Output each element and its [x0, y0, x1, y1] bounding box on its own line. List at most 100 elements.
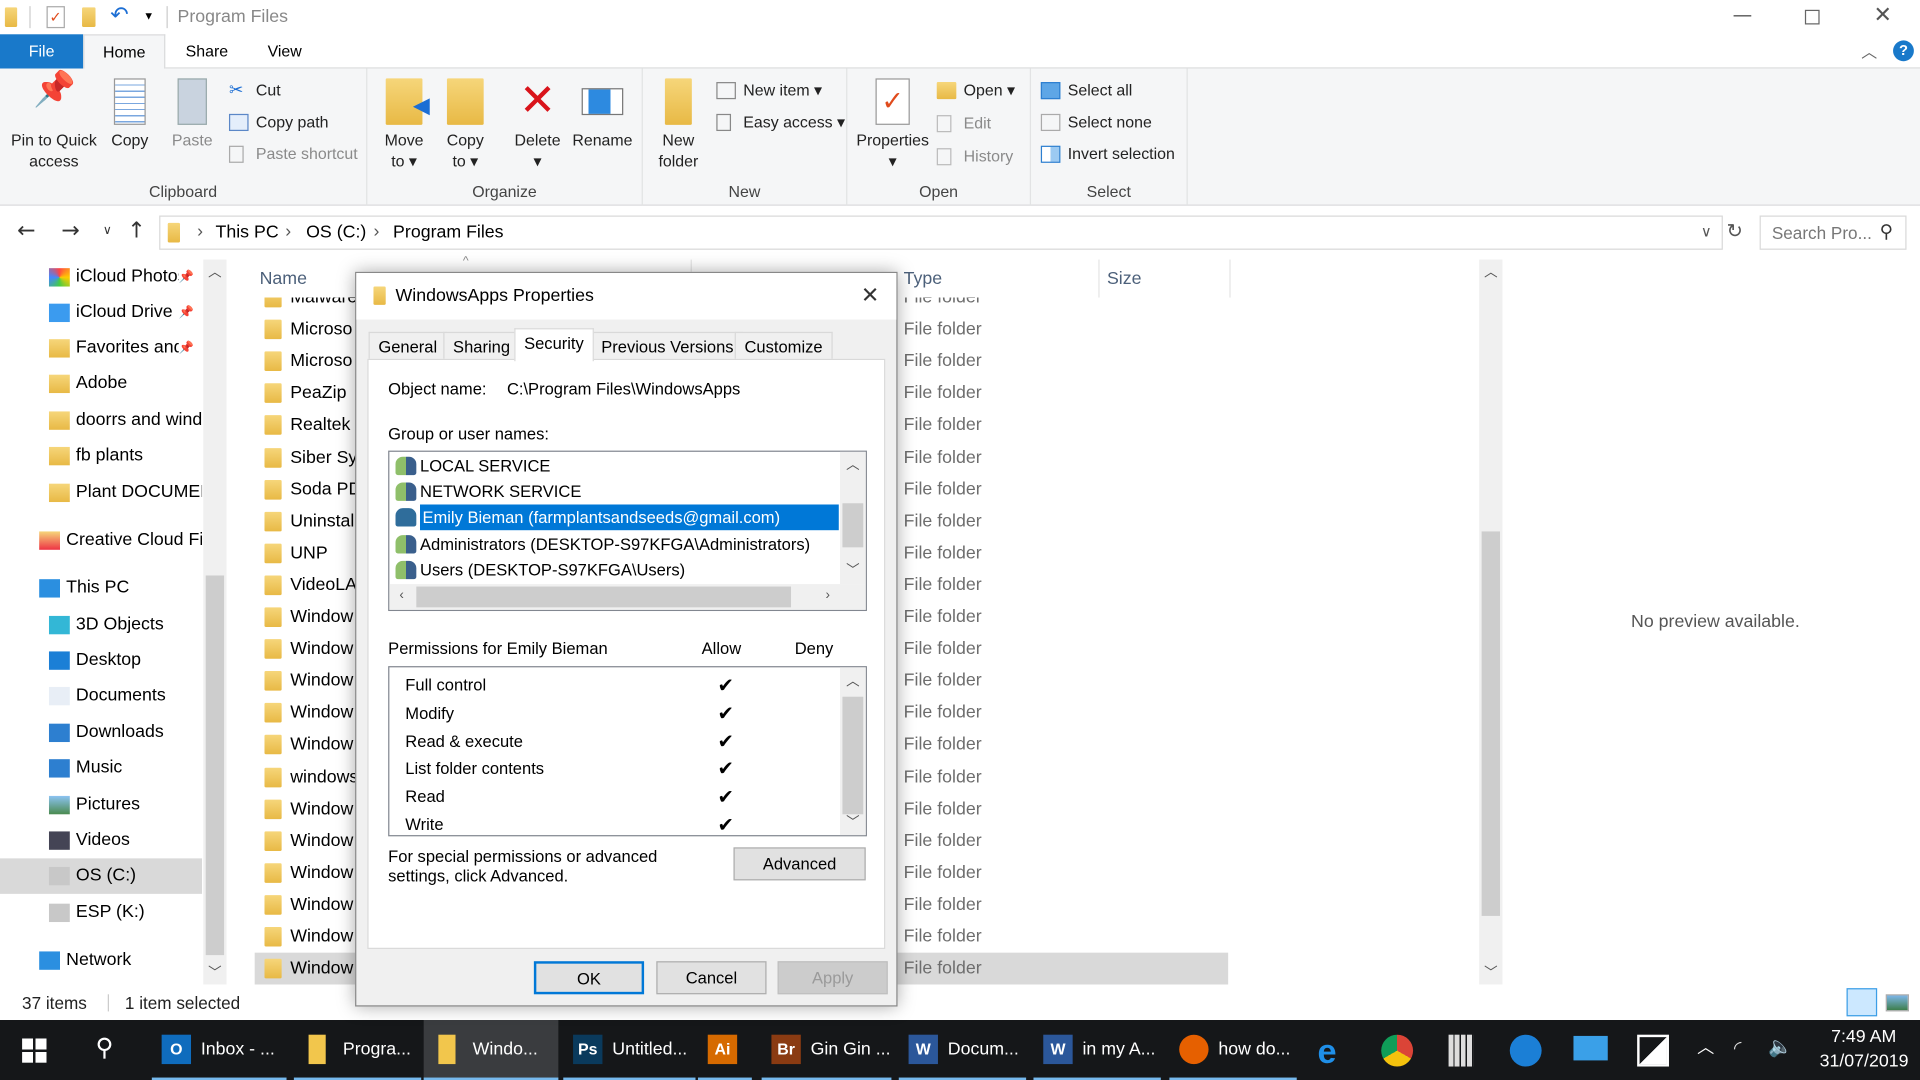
edge-icon[interactable]: e: [1318, 1032, 1337, 1071]
large-icons-view-button[interactable]: [1885, 994, 1909, 1012]
new-folder-button[interactable]: New folder: [650, 78, 706, 171]
breadcrumb-os-c[interactable]: OS (C:): [306, 223, 366, 243]
cut-button[interactable]: ✂ Cut: [229, 77, 281, 104]
new-item-button[interactable]: New item ▾: [716, 77, 822, 104]
paste-button[interactable]: Paste: [167, 78, 218, 150]
new-folder-quick-icon[interactable]: [82, 7, 96, 27]
start-button[interactable]: [22, 1038, 47, 1063]
cancel-button[interactable]: Cancel: [656, 961, 767, 995]
search-input[interactable]: Search Pro... ⚲: [1759, 215, 1907, 250]
nav-item[interactable]: This PC: [0, 571, 202, 607]
breadcrumb-this-pc[interactable]: This PC: [216, 223, 279, 243]
nav-item[interactable]: Network: [0, 943, 202, 979]
help-icon[interactable]: ?: [1893, 40, 1914, 62]
scroll-up-icon[interactable]: ︿: [1479, 262, 1502, 282]
taskbar-app[interactable]: O Inbox - ...: [151, 1020, 287, 1080]
tab-file[interactable]: File: [0, 34, 84, 69]
properties-button[interactable]: ✓ Properties ▾: [852, 78, 933, 171]
nav-item[interactable]: Pictures: [0, 787, 202, 823]
search-icon[interactable]: ⚲: [96, 1032, 114, 1061]
taskbar-app[interactable]: Windo...: [423, 1020, 559, 1080]
apply-button[interactable]: Apply: [777, 961, 888, 995]
scroll-down-icon[interactable]: ﹀: [1479, 962, 1502, 982]
select-all-button[interactable]: Select all: [1040, 77, 1132, 104]
history-button[interactable]: History: [936, 143, 1013, 170]
copy-to-button[interactable]: Copy to ▾: [438, 78, 492, 171]
minimize-button[interactable]: —: [1733, 2, 1753, 25]
recent-locations-button[interactable]: ∨: [103, 224, 112, 237]
nav-item[interactable]: 3D Objects: [0, 607, 202, 643]
delete-button[interactable]: ✕ Delete ▾: [509, 78, 565, 171]
address-bar[interactable]: › This PC › OS (C:) › Program Files ∨: [159, 215, 1723, 250]
nav-scrollbar[interactable]: ︿ ﹀: [203, 259, 227, 985]
undo-icon[interactable]: ↶: [110, 2, 128, 28]
clock[interactable]: 7:49 AM 31/07/2019: [1820, 1025, 1909, 1074]
details-view-button[interactable]: [1846, 988, 1878, 1017]
nav-item[interactable]: Downloads: [0, 715, 202, 751]
copy-path-button[interactable]: Copy path: [228, 109, 328, 136]
taskbar-app[interactable]: Br Gin Gin ...: [761, 1020, 892, 1080]
tab-view[interactable]: View: [251, 34, 318, 68]
user-list-vscroll[interactable]: ︿ ﹀: [840, 451, 866, 585]
remote-desktop-icon[interactable]: [1573, 1035, 1608, 1061]
taskbar-app[interactable]: Progra...: [293, 1020, 422, 1080]
nav-item[interactable]: Favorites and 📌: [0, 330, 202, 367]
select-none-button[interactable]: Select none: [1040, 109, 1152, 136]
paste-shortcut-button[interactable]: Paste shortcut: [228, 141, 358, 168]
easy-access-button[interactable]: Easy access ▾: [716, 109, 845, 136]
nav-item[interactable]: Desktop: [0, 643, 202, 679]
nav-item[interactable]: iCloud Drive 📌: [0, 295, 202, 331]
scroll-up-icon[interactable]: ︿: [203, 262, 226, 282]
pin-quick-access-button[interactable]: 📌 Pin to Quick access: [5, 72, 103, 171]
move-to-button[interactable]: ◀ Move to ▾: [377, 78, 431, 171]
file-list-scrollbar[interactable]: ︿ ﹀: [1479, 259, 1503, 985]
open-button[interactable]: Open ▾: [936, 77, 1015, 104]
refresh-button[interactable]: ↻: [1727, 219, 1743, 242]
back-button[interactable]: ←: [17, 218, 35, 244]
column-header-size[interactable]: Size: [1100, 259, 1231, 298]
tab-previous-versions[interactable]: Previous Versions: [591, 331, 744, 361]
invert-selection-button[interactable]: Invert selection: [1040, 141, 1175, 168]
customize-qat-icon[interactable]: ▼: [143, 10, 154, 22]
taskbar-app[interactable]: how do...: [1169, 1020, 1297, 1080]
tab-home[interactable]: Home: [83, 34, 166, 70]
user-list-item[interactable]: Users (DESKTOP-S97KFGA\Users): [393, 557, 685, 583]
wifi-icon[interactable]: ◜: [1734, 1036, 1742, 1059]
edit-button[interactable]: Edit: [936, 110, 991, 137]
scroll-thumb[interactable]: [205, 575, 225, 956]
nav-item[interactable]: Videos: [0, 823, 202, 859]
tab-general[interactable]: General: [368, 331, 447, 361]
tab-security[interactable]: Security: [514, 328, 594, 362]
nav-item[interactable]: Music: [0, 751, 202, 787]
calculator-icon[interactable]: [1448, 1034, 1474, 1067]
photos-app-icon[interactable]: [1637, 1034, 1669, 1067]
advanced-button[interactable]: Advanced: [733, 847, 866, 881]
nav-item[interactable]: Documents: [0, 678, 202, 714]
taskbar-app[interactable]: Win my A...: [1033, 1020, 1161, 1080]
nav-item[interactable]: iCloud Photos 📌: [0, 259, 202, 296]
forward-button[interactable]: →: [61, 218, 79, 244]
properties-quick-icon[interactable]: ✓: [46, 6, 65, 29]
nav-item[interactable]: Plant DOCUMENTS: [0, 475, 202, 511]
taskbar-app[interactable]: W Docum...: [898, 1020, 1027, 1080]
close-button[interactable]: ✕: [1873, 2, 1891, 28]
scroll-down-icon[interactable]: ﹀: [203, 962, 226, 982]
itunes-sync-icon[interactable]: [1509, 1034, 1542, 1067]
taskbar-app[interactable]: Ai: [697, 1020, 752, 1080]
collapse-ribbon-icon[interactable]: ︿: [1861, 39, 1877, 62]
nav-item[interactable]: Creative Cloud Files: [0, 523, 202, 559]
user-list[interactable]: ︿ ﹀ ‹ › LOCAL SERVICE NETWORK SERVICE Emil…: [388, 450, 867, 612]
tab-sharing[interactable]: Sharing: [443, 331, 520, 361]
nav-item[interactable]: ESP (K:): [0, 895, 202, 931]
column-header-type[interactable]: Type: [898, 259, 1100, 298]
tab-share[interactable]: Share: [171, 34, 242, 68]
dialog-close-button[interactable]: ✕: [861, 273, 879, 320]
restore-button[interactable]: [1804, 9, 1820, 25]
user-list-hscroll[interactable]: ‹ ›: [389, 584, 866, 610]
volume-icon[interactable]: 🔈: [1768, 1035, 1792, 1058]
user-list-item[interactable]: LOCAL SERVICE: [393, 453, 550, 479]
nav-item[interactable]: OS (C:): [0, 858, 203, 894]
rename-button[interactable]: Rename: [568, 78, 637, 150]
taskbar-app[interactable]: Ps Untitled...: [563, 1020, 696, 1080]
nav-item[interactable]: Adobe: [0, 366, 202, 402]
